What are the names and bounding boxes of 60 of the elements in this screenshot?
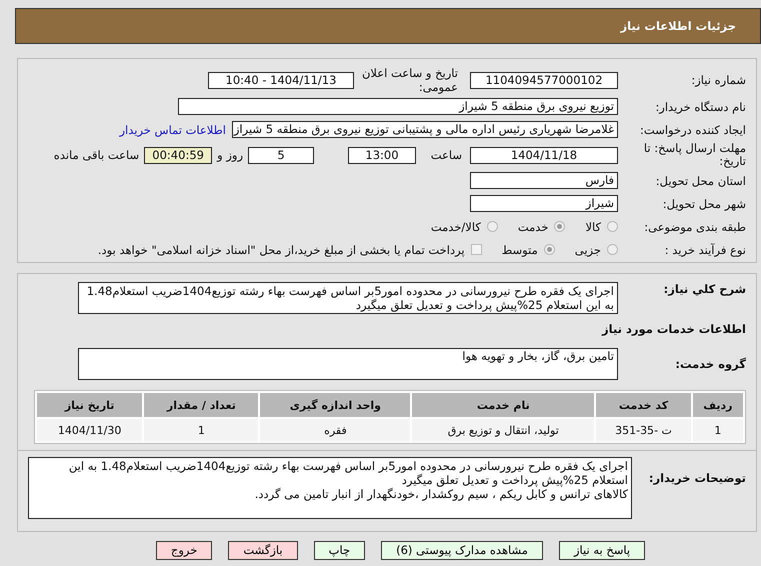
- radio-label: جزیی: [574, 242, 601, 256]
- days-label: روز و: [217, 148, 243, 162]
- field-label: شهر محل تحویل:: [662, 196, 746, 210]
- table-cell: 1: [144, 419, 258, 441]
- radio-button[interactable]: [554, 221, 566, 232]
- radio-label: متوسط: [502, 242, 538, 256]
- field-label: مهلت ارسال پاسخ: تا تاریخ:: [642, 142, 746, 168]
- radio-label: کالا: [585, 220, 601, 234]
- service-group-field[interactable]: تامین برق، گاز، بخار و تهویه هوا: [78, 348, 618, 380]
- remaining-label: ساعت باقی مانده: [54, 148, 140, 162]
- field-label: استان محل تحویل:: [654, 174, 746, 188]
- field-label: نام دستگاه خریدار:: [654, 100, 746, 114]
- section-heading: اطلاعات خدمات مورد نیاز: [600, 322, 746, 336]
- table-cell: تولید، انتقال و توزیع برق: [412, 419, 594, 441]
- header-title: جزئیات اطلاعات نیاز: [620, 19, 736, 33]
- field-label: شرح کلي نیاز:: [662, 282, 746, 296]
- checkbox[interactable]: [470, 244, 482, 255]
- days-field[interactable]: 5: [248, 146, 314, 164]
- requester-field[interactable]: غلامرضا شهریاری رئیس اداره مالی و پشتیبانی توزیع نیروی برق منطقه 5 شیراز: [232, 121, 618, 138]
- column-header: تاریخ نیاز: [37, 393, 142, 417]
- checkbox-label: پرداخت تمام یا بخشی از مبلغ خرید،از محل "اسناد خزانه اسلامی" خواهد بود.: [98, 242, 465, 256]
- field-label: نوع فرآیند خرید :: [664, 242, 746, 256]
- action-button[interactable]: خروج: [156, 541, 212, 560]
- field-label: ایجاد کننده درخواست:: [639, 122, 746, 136]
- buyer-contact-link[interactable]: اطلاعات تماس خریدار: [119, 122, 226, 136]
- summary-text-area[interactable]: اجرای یک فقره طرح نیرورسانی در محدوده امور5بر اساس فهرست بهاء رشته توزیع1404ضریب استعلام1.48 به این استعلام 25%پیش پرداخت و تعدیل تعلق میگیرد: [78, 282, 618, 314]
- remaining-time-field: 00:40:59: [144, 146, 212, 164]
- table-cell: 1: [692, 419, 743, 441]
- table-cell: ت -35-351: [596, 419, 691, 441]
- deadline-date-field[interactable]: 1404/11/18: [470, 146, 618, 164]
- column-header: تعداد / مقدار: [144, 393, 258, 417]
- column-header: کد خدمت: [596, 393, 691, 417]
- table-cell: فقره: [260, 419, 410, 441]
- time-label: ساعت: [430, 148, 462, 162]
- deadline-time-field[interactable]: 13:00: [348, 146, 416, 164]
- need-number-field[interactable]: 1104094577000102: [470, 72, 618, 88]
- field-label: گروه خدمت:: [674, 357, 746, 371]
- action-button[interactable]: پاسخ به نیاز: [558, 541, 646, 560]
- action-button[interactable]: بازگشت: [228, 541, 298, 560]
- radio-button[interactable]: [607, 244, 618, 255]
- buyer-notes-text-area[interactable]: اجرای یک فقره طرح نیرورسانی در محدوده امور5بر اساس فهرست بهاء رشته توزیع1404ضریب استعلام1.48 به این استعلام 25%پیش پرداخت و تعدیل تعلق میگیرد کالاهای ترانس و کابل ریکم ، سیم روکشدار ،خودنگهدار از انبار تامین می گردد.: [28, 457, 632, 519]
- buyer-org-field[interactable]: توزیع نیروی برق منطقه 5 شیراز: [178, 98, 618, 115]
- action-button[interactable]: چاپ: [314, 541, 366, 560]
- radio-button[interactable]: [607, 221, 618, 232]
- city-field[interactable]: شیراز: [470, 195, 618, 212]
- radio-button[interactable]: [486, 221, 498, 232]
- radio-button[interactable]: [544, 244, 555, 255]
- field-label: شماره نیاز:: [690, 73, 746, 87]
- table-cell: 1404/11/30: [37, 419, 142, 441]
- column-header: واحد اندازه گیری: [260, 393, 410, 417]
- province-field[interactable]: فارس: [470, 172, 618, 189]
- column-header: ردیف: [692, 393, 743, 417]
- radio-label: کالا/خدمت: [430, 220, 481, 234]
- field-label: طبقه بندی موضوعی:: [643, 220, 746, 234]
- field-label: توضیحات خریدار:: [648, 470, 746, 485]
- action-button[interactable]: مشاهده مدارک پیوستی (6): [381, 541, 543, 560]
- announce-date-field[interactable]: 1404/11/13 - 10:40: [208, 72, 354, 88]
- column-header: نام خدمت: [412, 393, 594, 417]
- field-label: تاریخ و ساعت اعلان عمومی:: [360, 66, 458, 94]
- radio-label: خدمت: [518, 220, 548, 234]
